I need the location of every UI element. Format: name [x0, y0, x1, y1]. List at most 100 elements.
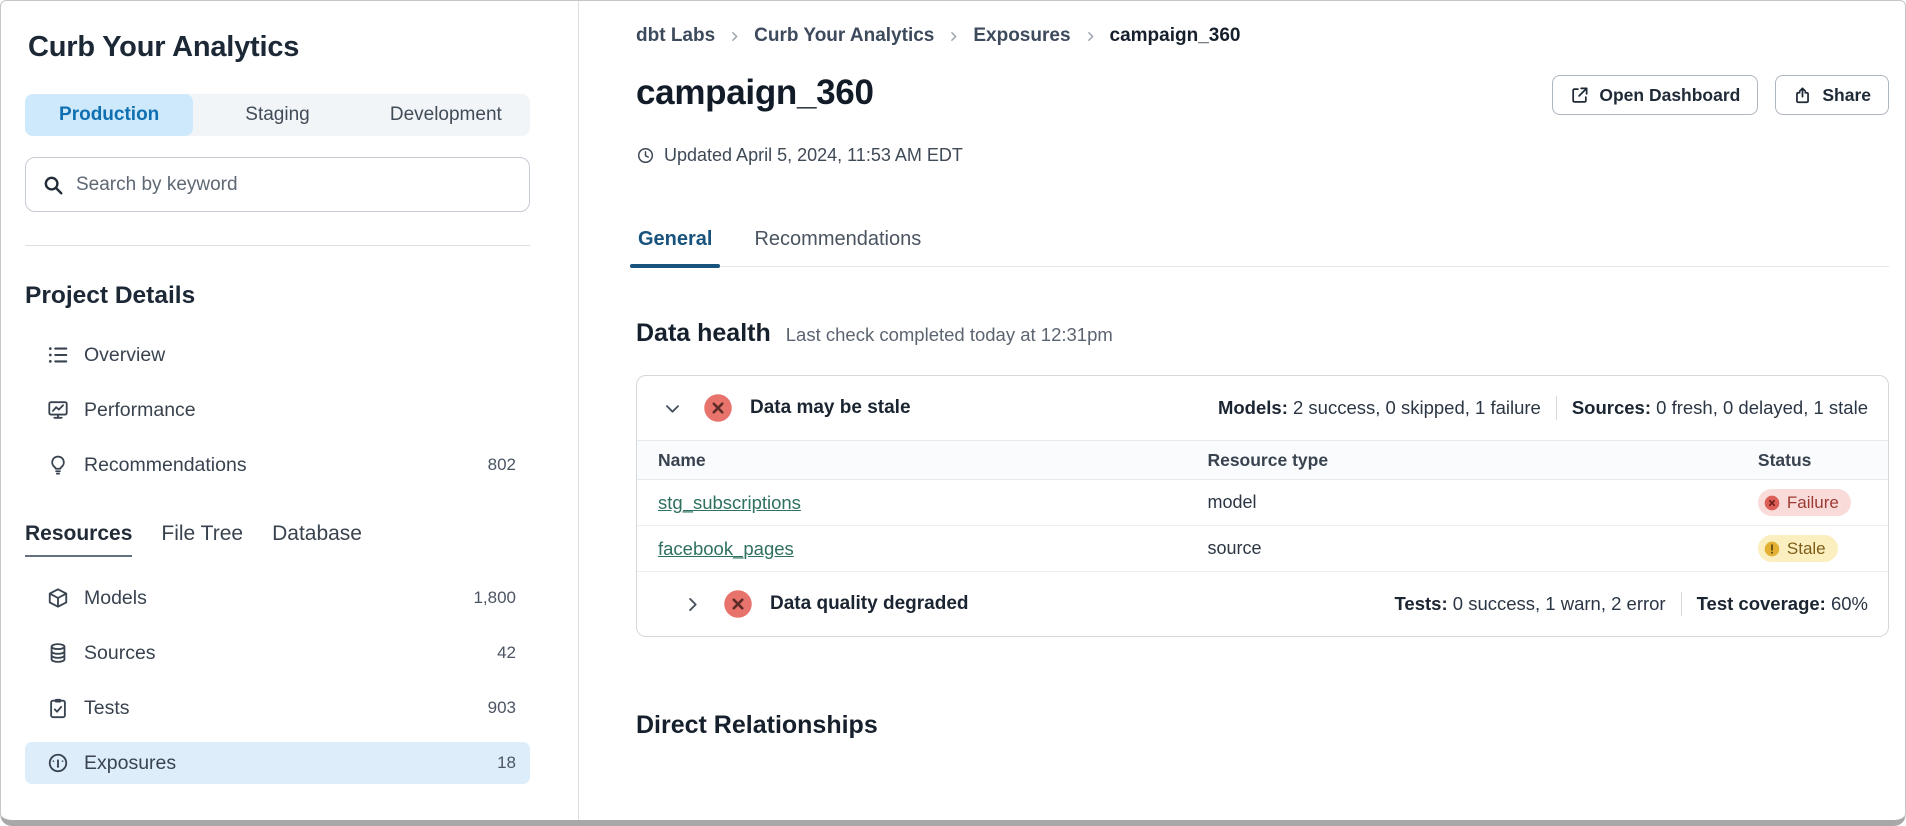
search-box[interactable] — [25, 157, 530, 212]
stat-label: Tests: — [1395, 593, 1448, 615]
stat-value: 0 fresh, 0 delayed, 1 stale — [1656, 397, 1868, 419]
item-count: 42 — [497, 643, 516, 663]
database-icon — [47, 642, 69, 664]
tab-database[interactable]: Database — [272, 522, 362, 555]
item-count: 1,800 — [473, 588, 516, 608]
chevron-right-icon — [1084, 30, 1097, 43]
updated-text: Updated April 5, 2024, 11:53 AM EDT — [664, 145, 963, 166]
updated-timestamp: Updated April 5, 2024, 11:53 AM EDT — [636, 145, 1889, 166]
tab-file-tree[interactable]: File Tree — [161, 522, 243, 555]
last-check-text: Last check completed today at 12:31pm — [786, 324, 1113, 346]
sidebar-item-label: Sources — [84, 642, 156, 665]
project-details-heading: Project Details — [25, 282, 530, 310]
open-dashboard-label: Open Dashboard — [1599, 85, 1740, 106]
list-icon — [47, 344, 69, 366]
status-label: Stale — [1787, 539, 1826, 559]
gauge-icon — [47, 752, 69, 774]
resource-link-stg-subscriptions[interactable]: stg_subscriptions — [658, 492, 801, 513]
stat-value: 60% — [1831, 593, 1868, 615]
open-dashboard-button[interactable]: Open Dashboard — [1552, 75, 1758, 115]
breadcrumb-dbt-labs[interactable]: dbt Labs — [636, 25, 715, 47]
status-label: Failure — [1787, 493, 1839, 513]
tab-resources[interactable]: Resources — [25, 522, 132, 557]
sidebar-item-performance[interactable]: Performance — [25, 389, 530, 431]
app-window: Curb Your Analytics Production Staging D… — [0, 0, 1906, 826]
sidebar-item-label: Exposures — [84, 752, 176, 775]
clipboard-check-icon — [47, 697, 69, 719]
page-tabs: General Recommendations — [636, 228, 1889, 267]
stat-label: Sources: — [1572, 397, 1651, 419]
sidebar-item-tests[interactable]: Tests 903 — [25, 687, 530, 729]
sidebar-item-exposures[interactable]: Exposures 18 — [25, 742, 530, 784]
sidebar-item-label: Tests — [84, 697, 130, 720]
item-count: 18 — [497, 753, 516, 773]
chevron-down-icon[interactable] — [663, 399, 682, 418]
sidebar-item-label: Models — [84, 587, 147, 610]
resource-type-cell: source — [1207, 538, 1757, 559]
stat-value: 2 success, 0 skipped, 1 failure — [1293, 397, 1541, 419]
table-header: Name Resource type Status — [637, 440, 1888, 480]
stat-label: Test coverage: — [1697, 593, 1826, 615]
page-title: campaign_360 — [636, 73, 874, 113]
data-health-heading: Data health — [636, 319, 771, 348]
column-status: Status — [1758, 450, 1888, 471]
env-tab-staging[interactable]: Staging — [193, 94, 361, 136]
warning-circle-icon — [1764, 541, 1780, 557]
breadcrumb: dbt Labs Curb Your Analytics Exposures c… — [636, 25, 1889, 47]
breadcrumb-project[interactable]: Curb Your Analytics — [754, 25, 934, 47]
search-icon — [42, 174, 64, 196]
stat-divider — [1556, 396, 1557, 420]
column-resource-type: Resource type — [1207, 450, 1757, 471]
sidebar-item-recommendations[interactable]: Recommendations 802 — [25, 444, 530, 486]
resource-link-facebook-pages[interactable]: facebook_pages — [658, 538, 794, 559]
search-input[interactable] — [76, 174, 513, 196]
share-button[interactable]: Share — [1775, 75, 1889, 115]
stale-group-stats: Models: 2 success, 0 skipped, 1 failure … — [1218, 396, 1868, 420]
chevron-right-icon — [728, 30, 741, 43]
resource-view-tabs: Resources File Tree Database — [25, 522, 530, 557]
breadcrumb-current: campaign_360 — [1110, 25, 1241, 47]
chevron-right-icon — [947, 30, 960, 43]
environment-switcher: Production Staging Development — [25, 94, 530, 136]
error-circle-icon — [703, 393, 733, 423]
sidebar-item-overview[interactable]: Overview — [25, 334, 530, 376]
tab-recommendations[interactable]: Recommendations — [752, 228, 923, 266]
column-name: Name — [637, 450, 1207, 471]
chevron-right-icon[interactable] — [683, 595, 702, 614]
status-badge-failure: Failure — [1758, 489, 1851, 516]
stale-group-title: Data may be stale — [750, 397, 911, 419]
lightbulb-icon — [47, 454, 69, 476]
share-icon — [1793, 86, 1812, 105]
data-health-card: Data may be stale Models: 2 success, 0 s… — [636, 375, 1889, 637]
quality-group-stats: Tests: 0 success, 1 warn, 2 error Test c… — [1395, 592, 1869, 616]
direct-relationships-heading: Direct Relationships — [636, 711, 1889, 740]
sidebar: Curb Your Analytics Production Staging D… — [1, 1, 579, 820]
stat-divider — [1681, 592, 1682, 616]
project-title: Curb Your Analytics — [28, 31, 530, 64]
sidebar-item-label: Recommendations — [84, 454, 247, 477]
sidebar-divider — [25, 245, 530, 246]
error-circle-icon — [723, 589, 753, 619]
failure-circle-icon — [1764, 495, 1780, 511]
resource-type-cell: model — [1207, 492, 1757, 513]
external-link-icon — [1570, 86, 1589, 105]
item-count: 802 — [488, 455, 516, 475]
quality-group-row: Data quality degraded Tests: 0 success, … — [637, 572, 1888, 636]
breadcrumb-exposures[interactable]: Exposures — [973, 25, 1070, 47]
sidebar-item-label: Performance — [84, 399, 196, 422]
env-tab-development[interactable]: Development — [362, 94, 530, 136]
tab-general[interactable]: General — [636, 228, 714, 266]
env-tab-production[interactable]: Production — [25, 94, 193, 136]
table-row: facebook_pages source Stale — [637, 526, 1888, 572]
sidebar-item-models[interactable]: Models 1,800 — [25, 577, 530, 619]
stat-label: Models: — [1218, 397, 1288, 419]
clock-icon — [636, 146, 655, 165]
cube-icon — [47, 587, 69, 609]
status-badge-stale: Stale — [1758, 535, 1838, 562]
sidebar-item-label: Overview — [84, 344, 165, 367]
performance-icon — [47, 399, 69, 421]
stale-group-row: Data may be stale Models: 2 success, 0 s… — [637, 376, 1888, 440]
sidebar-item-sources[interactable]: Sources 42 — [25, 632, 530, 674]
main-content: dbt Labs Curb Your Analytics Exposures c… — [579, 1, 1905, 820]
item-count: 903 — [488, 698, 516, 718]
